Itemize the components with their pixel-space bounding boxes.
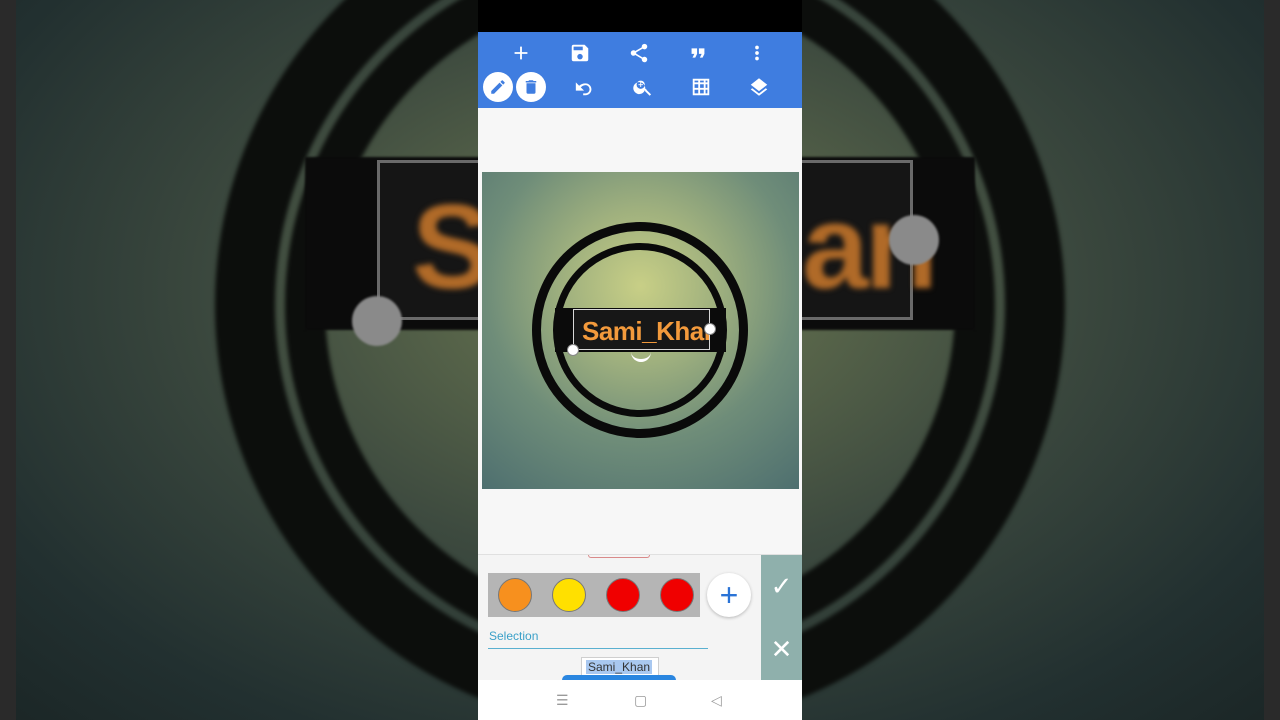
share-button[interactable] <box>622 36 656 70</box>
resize-handle-bottom-left[interactable] <box>567 344 579 356</box>
phone-screen: Sami_Khan + Selection Sami_Khan ✓ ✕ ☰ ▢ … <box>478 0 802 720</box>
blurred-text-left: S <box>412 180 492 314</box>
zoom-in-icon <box>633 80 652 96</box>
resize-handle-top-right[interactable] <box>704 323 716 335</box>
back-icon[interactable]: ◁ <box>711 692 722 709</box>
text-input-value: Sami_Khan <box>586 660 653 674</box>
quote-button[interactable] <box>681 36 715 70</box>
check-icon: ✓ <box>770 571 793 601</box>
text-color-panel: + Selection Sami_Khan ✓ ✕ <box>478 554 802 685</box>
blurred-handle-right <box>889 215 939 265</box>
save-button[interactable] <box>563 36 597 70</box>
undo-button[interactable] <box>568 70 602 104</box>
swatch-yellow[interactable] <box>552 578 586 612</box>
home-icon[interactable]: ▢ <box>634 692 647 709</box>
add-color-button[interactable]: + <box>707 573 751 617</box>
status-bar <box>478 0 802 32</box>
plus-icon: + <box>719 577 739 613</box>
canvas-area: Sami_Khan <box>478 108 802 554</box>
letterbox-edge-left <box>0 0 16 720</box>
undo-icon <box>575 82 592 96</box>
selection-label: Selection <box>489 629 539 643</box>
text-layer[interactable]: Sami_Khan <box>573 309 710 350</box>
letterbox-edge-right <box>1264 0 1280 720</box>
blurred-handle-left <box>352 296 402 346</box>
add-icon <box>514 46 528 60</box>
add-button[interactable] <box>504 36 538 70</box>
grid-icon <box>692 78 710 96</box>
pencil-icon <box>491 80 505 94</box>
tab-indicator <box>588 555 650 558</box>
confirm-button[interactable]: ✓ <box>761 555 802 618</box>
editor-toolbar <box>478 32 802 108</box>
swatch-orange[interactable] <box>498 578 532 612</box>
text-layer-content: Sami_Khan <box>582 316 710 346</box>
trash-icon <box>525 80 537 94</box>
swatch-red-1[interactable] <box>606 578 640 612</box>
delete-button[interactable] <box>516 72 546 102</box>
color-swatch-row <box>488 573 700 617</box>
share-icon <box>630 43 648 63</box>
side-actions: ✓ ✕ <box>761 555 802 681</box>
grid-button[interactable] <box>684 70 718 104</box>
swatch-red-2[interactable] <box>660 578 694 612</box>
zoom-button[interactable] <box>626 70 660 104</box>
close-icon: ✕ <box>770 634 793 664</box>
editing-image[interactable]: Sami_Khan <box>482 172 799 489</box>
recent-apps-icon[interactable]: ☰ <box>556 692 569 709</box>
layers-icon <box>750 78 768 96</box>
cancel-button[interactable]: ✕ <box>761 618 802 681</box>
layers-button[interactable] <box>742 70 776 104</box>
system-nav-bar: ☰ ▢ ◁ <box>478 680 802 720</box>
quote-icon <box>691 48 705 58</box>
more-vert-icon <box>755 45 759 61</box>
selection-underline <box>488 648 708 649</box>
draw-button[interactable] <box>483 72 513 102</box>
save-icon <box>571 44 589 62</box>
text-input[interactable]: Sami_Khan <box>581 657 659 677</box>
more-options-button[interactable] <box>740 36 774 70</box>
